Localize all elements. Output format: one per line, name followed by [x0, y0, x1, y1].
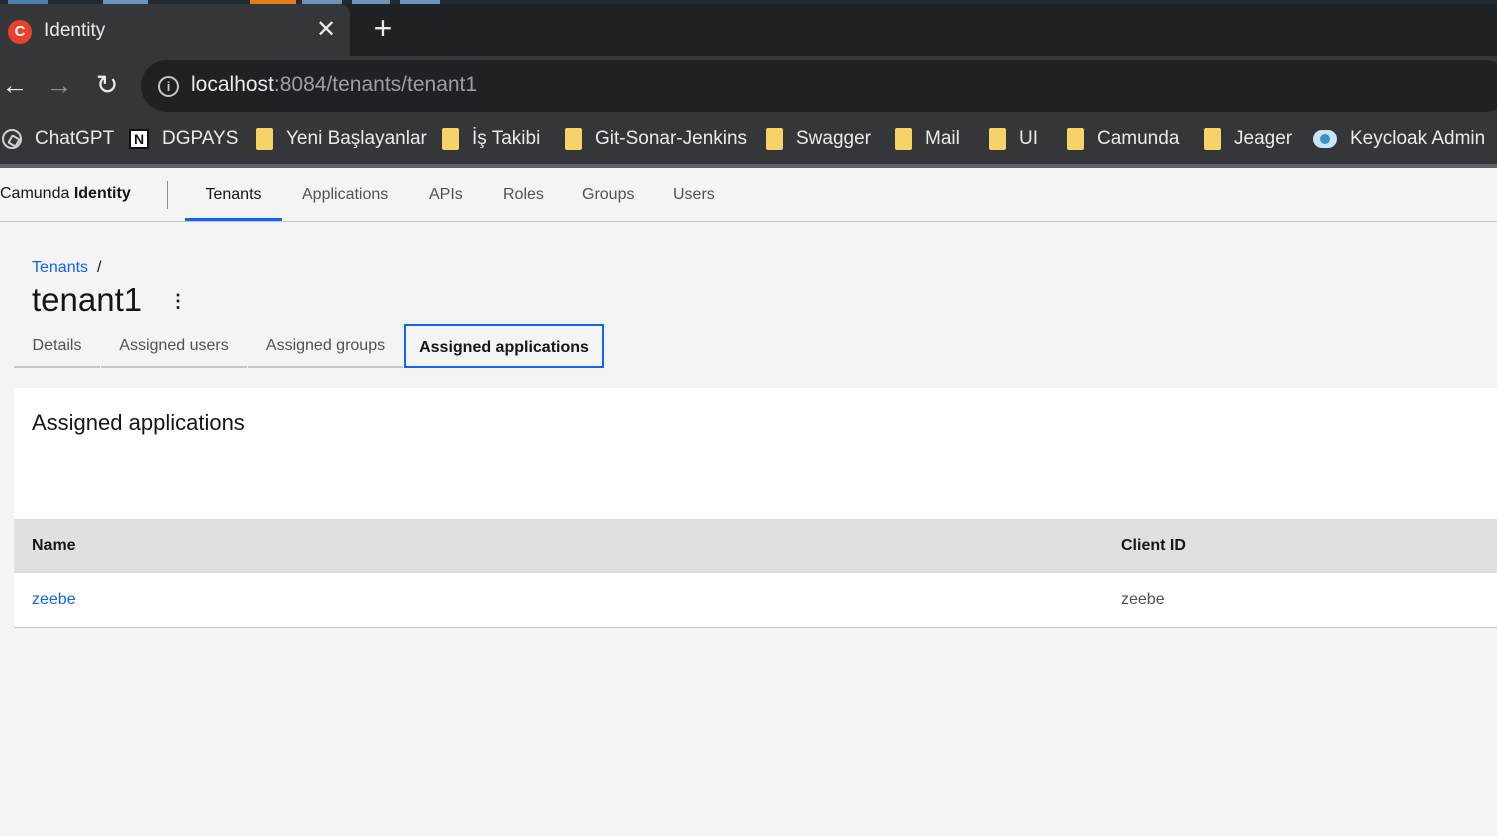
browser-tab[interactable]: C Identity ✕: [0, 4, 350, 56]
camunda-icon: C: [8, 20, 32, 44]
breadcrumb-separator: /: [97, 259, 102, 276]
close-icon[interactable]: ✕: [314, 16, 338, 44]
bookmark-mail[interactable]: Mail: [895, 126, 960, 152]
bookmark-ui[interactable]: UI: [989, 126, 1038, 152]
folder-icon: [1067, 128, 1084, 150]
folder-icon: [442, 128, 459, 150]
folder-icon: [565, 128, 582, 150]
column-header-name[interactable]: Name: [32, 519, 76, 573]
nav-tab-tenants[interactable]: Tenants: [185, 168, 282, 221]
bookmark-camunda[interactable]: Camunda: [1067, 126, 1179, 152]
assigned-applications-panel: Assigned applications Name Client ID zee…: [14, 388, 1497, 628]
browser-toolbar: ← → ↻ i localhost:8084/tenants/tenant1: [0, 56, 1497, 114]
table-row: zeebe zeebe: [14, 573, 1497, 628]
chatgpt-icon: [2, 129, 22, 149]
tab-assigned-applications[interactable]: Assigned applications: [404, 324, 604, 368]
bookmark-yeni-baslayanlar[interactable]: Yeni Başlayanlar: [256, 126, 427, 152]
browser-window: C Identity ✕ + ← → ↻ i localhost:8084/te…: [0, 0, 1497, 168]
new-tab-icon[interactable]: +: [366, 12, 400, 46]
tab-details[interactable]: Details: [14, 324, 100, 368]
tab-assigned-users[interactable]: Assigned users: [101, 324, 247, 368]
folder-icon: [256, 128, 273, 150]
folder-icon: [766, 128, 783, 150]
reload-icon[interactable]: ↻: [92, 70, 122, 100]
nav-tab-applications[interactable]: Applications: [302, 168, 388, 221]
app-brand[interactable]: Camunda Identity: [0, 185, 131, 203]
table-header: Name Client ID: [14, 519, 1497, 573]
bookmark-chatgpt[interactable]: ChatGPT: [2, 126, 114, 152]
page-title: tenant1: [32, 281, 143, 318]
column-header-client-id[interactable]: Client ID: [1121, 519, 1186, 573]
notion-icon: N: [129, 129, 149, 149]
breadcrumb-tenants-link[interactable]: Tenants: [32, 259, 88, 276]
url-text[interactable]: localhost:8084/tenants/tenant1: [191, 73, 477, 97]
breadcrumb: Tenants /: [32, 259, 102, 277]
tab-assigned-groups[interactable]: Assigned groups: [248, 324, 403, 368]
bookmark-is-takibi[interactable]: İş Takibi: [442, 126, 540, 152]
application-name-link[interactable]: zeebe: [32, 573, 76, 627]
panel-title: Assigned applications: [32, 410, 245, 435]
app-header: Camunda Identity Tenants Applications AP…: [0, 168, 1497, 222]
bookmark-swagger[interactable]: Swagger: [766, 126, 871, 152]
tab-title: Identity: [44, 20, 106, 41]
bookmarks-bar: ChatGPT N DGPAYS Yeni Başlayanlar İş Tak…: [0, 114, 1497, 168]
nav-tab-users[interactable]: Users: [673, 168, 715, 221]
forward-icon[interactable]: →: [44, 70, 74, 100]
nav-tab-groups[interactable]: Groups: [582, 168, 634, 221]
address-bar[interactable]: i localhost:8084/tenants/tenant1: [141, 60, 1497, 112]
bookmark-jeager[interactable]: Jeager: [1204, 126, 1292, 152]
folder-icon: [989, 128, 1006, 150]
bookmark-git-sonar-jenkins[interactable]: Git-Sonar-Jenkins: [565, 126, 747, 152]
nav-tab-apis[interactable]: APIs: [429, 168, 463, 221]
client-id-cell: zeebe: [1121, 591, 1165, 608]
info-icon[interactable]: i: [158, 76, 179, 97]
folder-icon: [1204, 128, 1221, 150]
keycloak-icon: [1313, 130, 1337, 148]
bookmark-dgpays[interactable]: N DGPAYS: [129, 126, 238, 152]
back-icon[interactable]: ←: [0, 70, 30, 100]
overflow-menu-icon[interactable]: ⋮: [168, 291, 188, 311]
header-divider: [167, 181, 168, 209]
folder-icon: [895, 128, 912, 150]
bookmark-keycloak-admin[interactable]: Keycloak Admin: [1313, 126, 1485, 152]
nav-tab-roles[interactable]: Roles: [503, 168, 544, 221]
